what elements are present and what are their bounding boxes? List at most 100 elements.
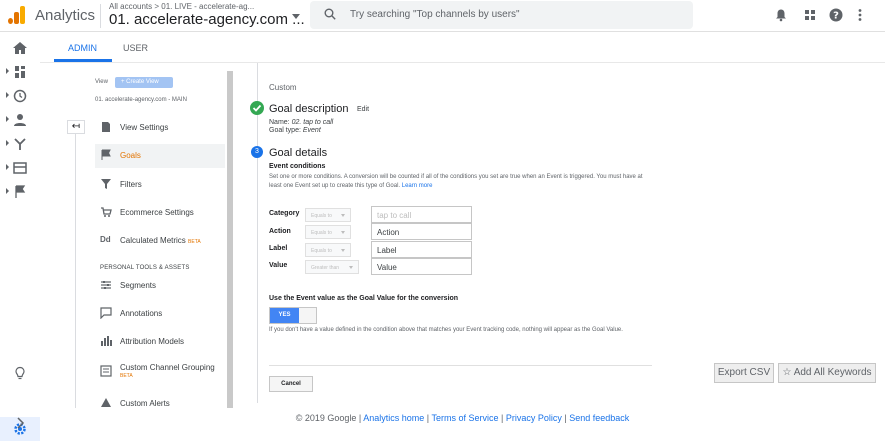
menu-item-label: View Settings [120,123,169,132]
menu-item-calculated-metrics[interactable]: Dd Calculated Metrics BETA [95,229,225,253]
learn-more-link[interactable]: Learn more [402,183,433,189]
tree-line [75,134,76,408]
footer-link-privacy[interactable]: Privacy Policy [506,413,562,423]
flag-icon[interactable] [6,184,30,200]
lightbulb-icon[interactable] [10,366,30,382]
value-operator-select[interactable]: Greater than [305,260,359,274]
divider [269,365,652,366]
goal-description-title: Goal description [269,103,349,115]
person-icon[interactable] [6,112,30,128]
event-value-heading: Use the Event value as the Goal Value fo… [269,295,459,302]
beta-badge: BETA [120,373,133,379]
search-bar[interactable]: Try searching "Top channels by users" [310,1,693,29]
help-icon[interactable]: ? [829,8,843,22]
check-circle-icon [250,101,264,115]
clock-icon[interactable] [6,88,30,104]
menu-item-label: Attribution Models [120,337,185,346]
condition-label-action: Action [269,228,291,235]
menu-item-label: Filters [120,180,142,189]
menu-item-attribution-models[interactable]: Attribution Models [95,330,225,354]
admin-tabs: ADMIN USER [40,32,885,62]
footer-link-analytics-home[interactable]: Analytics home [363,413,424,423]
cancel-button[interactable]: Cancel [269,376,313,392]
analytics-logo-icon[interactable] [8,6,26,24]
menu-item-label: Custom Channel Grouping [120,363,215,372]
goal-type: Goal type: Event [269,127,321,134]
menu-item-segments[interactable]: Segments [95,274,225,298]
left-rail [0,32,40,441]
copyright-text: © 2019 Google [295,413,357,423]
footer-link-feedback[interactable]: Send feedback [569,413,629,423]
chevron-down-icon[interactable] [292,14,300,19]
document-icon [102,122,110,132]
svg-text:?: ? [833,11,839,22]
view-name[interactable]: 01. accelerate-agency.com - MAIN [95,97,187,103]
annotation-icon [100,307,112,319]
menu-item-custom-alerts[interactable]: Custom Alerts [95,392,225,408]
star-icon: ☆ [782,367,792,378]
action-operator-select[interactable]: Equals to [305,225,351,239]
menu-item-label: Calculated Metrics BETA [120,236,201,245]
filter-icon [101,179,111,189]
value-input[interactable]: Value [371,258,472,275]
tab-user[interactable]: USER [123,43,148,53]
goal-details-title: Goal details [269,147,328,159]
channel-icon [100,365,112,377]
account-selector[interactable]: 01. accelerate-agency.com ... [109,11,305,28]
event-value-toggle[interactable]: YES [269,307,317,324]
step-number-badge: 3 [251,146,263,158]
create-view-button[interactable]: + Create View [115,77,173,88]
back-arrow-icon[interactable]: ↤ [67,120,85,134]
menu-item-ecommerce-settings[interactable]: Ecommerce Settings [95,201,225,225]
footer-link-terms[interactable]: Terms of Service [431,413,498,423]
dd-icon: Dd [100,235,111,244]
bar-chart-icon [101,336,112,346]
menu-item-label: Ecommerce Settings [120,208,194,217]
home-icon[interactable] [10,40,30,56]
account-breadcrumb[interactable]: All accounts > 01. LIVE - accelerate-ag.… [109,2,254,11]
beta-badge: BETA [188,239,201,245]
menu-item-custom-channel-grouping[interactable]: Custom Channel Grouping BETA [95,360,225,384]
alert-icon [101,398,111,407]
menu-item-annotations[interactable]: Annotations [95,302,225,326]
goal-setup-label: Custom [269,83,297,92]
behavior-icon[interactable] [6,160,30,176]
toggle-yes-label: YES [270,308,299,323]
category-operator-select[interactable]: Equals to [305,208,351,222]
menu-item-goals[interactable]: Goals [95,144,225,168]
menu-item-label: Annotations [120,309,163,318]
customization-icon[interactable] [6,64,30,80]
more-vert-icon[interactable] [853,8,867,22]
menu-item-label: Custom Alerts [120,399,170,408]
expand-chevron-icon[interactable] [10,415,30,431]
bell-icon[interactable] [774,8,788,22]
tab-admin[interactable]: ADMIN [68,43,97,53]
goal-editor: Custom Goal description Edit Name: 02. t… [248,63,668,403]
app-name: Analytics [35,7,96,24]
menu-item-filters[interactable]: Filters [95,173,225,197]
search-input[interactable]: Try searching "Top channels by users" [350,9,520,20]
edit-link[interactable]: Edit [357,106,369,113]
label-operator-select[interactable]: Equals to [305,243,351,257]
apps-grid-icon[interactable] [803,8,817,22]
acquisition-icon[interactable] [6,136,30,152]
menu-item-label: Goals [120,151,141,160]
section-heading: PERSONAL TOOLS & ASSETS [100,265,190,271]
event-conditions-description: Set one or more conditions. A conversion… [269,174,643,189]
add-all-keywords-button[interactable]: ☆ Add All Keywords [778,363,876,383]
condition-label-category: Category [269,210,300,217]
event-conditions-heading: Event conditions [269,163,326,170]
action-input[interactable]: Action [371,223,472,240]
label-input[interactable]: Label [371,241,472,258]
export-csv-button[interactable]: Export CSV [714,363,774,383]
view-column: View + Create View 01. accelerate-agency… [55,63,235,408]
search-icon [324,8,336,20]
cart-icon [101,207,112,217]
condition-label-label: Label [269,245,288,252]
view-label: View [95,79,108,85]
menu-item-view-settings[interactable]: View Settings [95,116,225,140]
condition-label-value: Value [269,262,288,269]
category-input[interactable]: tap to call [371,206,472,223]
goal-name: Name: 02. tap to call [269,119,334,126]
view-scrollbar[interactable] [227,71,233,408]
